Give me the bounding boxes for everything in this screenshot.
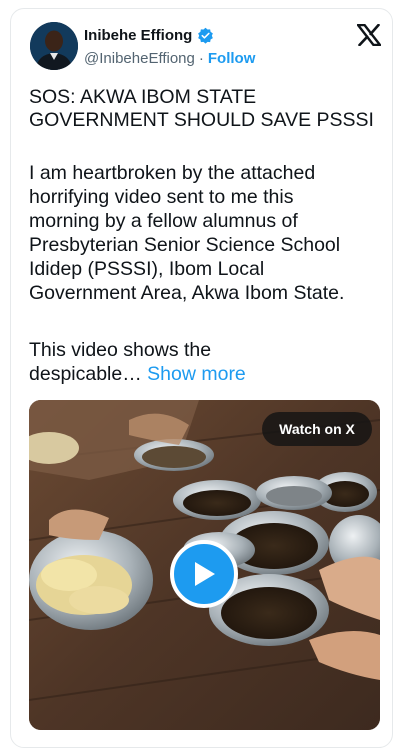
x-logo-icon[interactable]: [357, 24, 381, 46]
author-name[interactable]: Inibehe Effiong: [84, 27, 192, 44]
author-name-row[interactable]: Inibehe Effiong: [84, 27, 214, 44]
tweet-paragraph-2: This video shows the despicable… Show mo…: [29, 338, 379, 386]
separator-dot: ·: [198, 50, 204, 67]
tweet-title: SOS: AKWA IBOM STATE GOVERNMENT SHOULD S…: [29, 86, 374, 131]
author-handle-row: @InibeheEffiong · Follow: [84, 50, 255, 67]
play-icon: [195, 562, 215, 586]
play-button[interactable]: [170, 540, 238, 608]
verified-badge-icon: [198, 27, 214, 44]
watch-on-x-button[interactable]: Watch on X: [262, 412, 372, 446]
avatar[interactable]: [30, 22, 78, 70]
author-handle[interactable]: @InibeheEffiong: [84, 50, 195, 67]
show-more-link[interactable]: Show more: [147, 363, 246, 385]
tweet-paragraph-1: I am heartbroken by the attached horrify…: [29, 162, 345, 304]
follow-button[interactable]: Follow: [208, 50, 256, 67]
